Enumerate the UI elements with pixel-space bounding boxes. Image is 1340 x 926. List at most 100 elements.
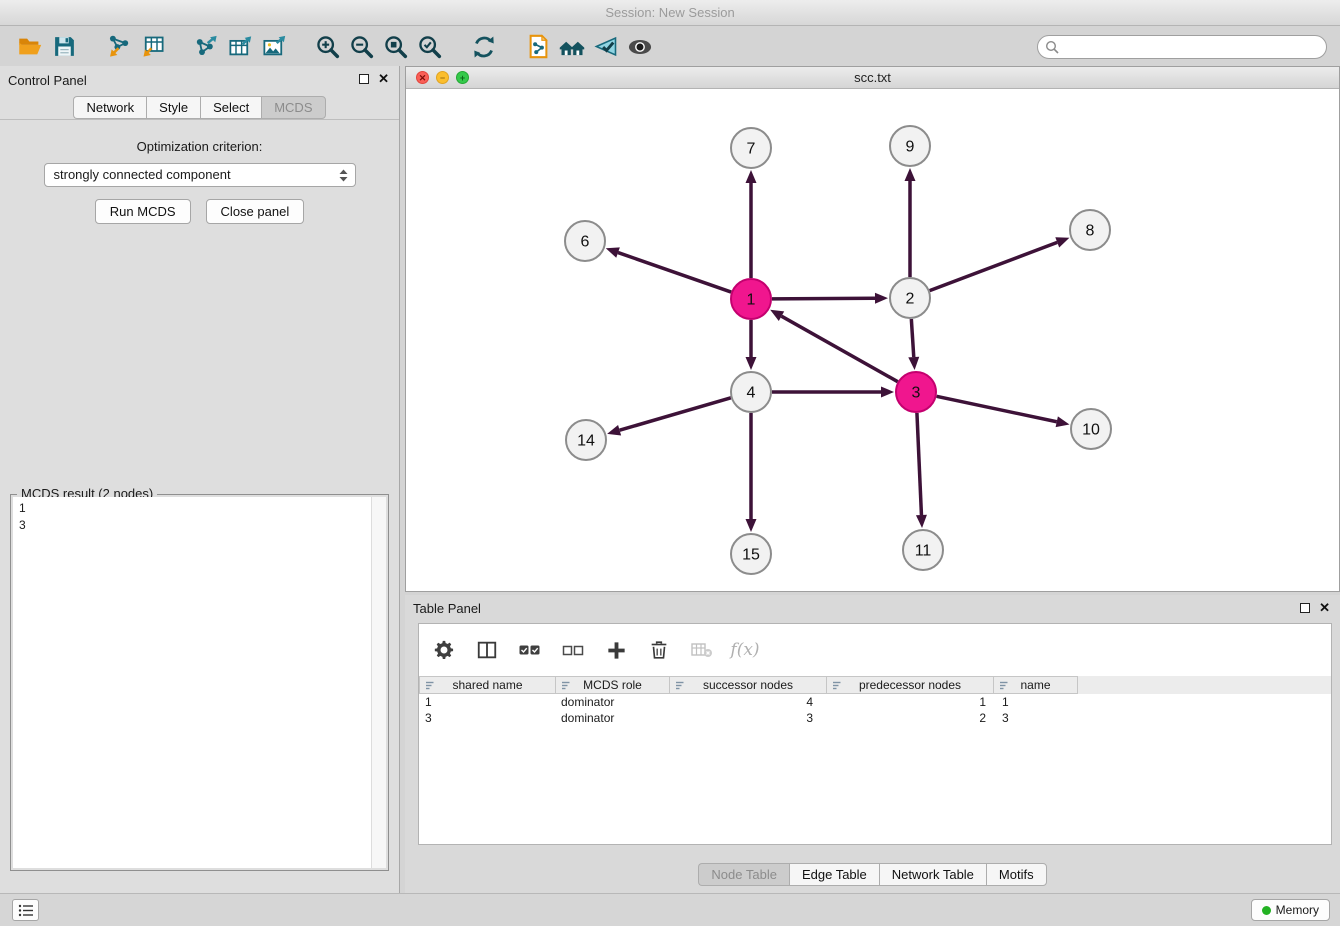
table-cell: 4	[670, 694, 827, 710]
node-6[interactable]: 6	[565, 221, 605, 261]
main-toolbar	[0, 27, 1340, 66]
edge-4-3[interactable]	[772, 387, 894, 398]
edge-4-14[interactable]	[607, 398, 731, 436]
show-columns-icon[interactable]	[474, 637, 500, 663]
export-image-icon[interactable]	[257, 31, 291, 63]
table-cell: dominator	[556, 710, 670, 726]
task-history-button[interactable]	[12, 899, 39, 921]
edge-2-9[interactable]	[905, 168, 916, 277]
control-panel: Control Panel ✕ NetworkStyleSelectMCDS O…	[0, 66, 400, 893]
zoom-window-icon[interactable]: +	[456, 71, 469, 84]
add-row-icon[interactable]	[603, 637, 629, 663]
column-header-predecessor-nodes[interactable]: predecessor nodes	[827, 676, 994, 694]
home-icon[interactable]	[555, 31, 589, 63]
export-table-icon[interactable]	[223, 31, 257, 63]
minimize-window-icon[interactable]: −	[436, 71, 449, 84]
result-item[interactable]: 1	[19, 500, 365, 517]
svg-text:2: 2	[906, 291, 915, 308]
search-input[interactable]	[1037, 35, 1327, 59]
memory-status-dot	[1262, 906, 1271, 915]
table-tabs: Node TableEdge TableNetwork TableMotifs	[405, 863, 1340, 886]
table-row[interactable]: 3dominator323	[419, 710, 1331, 726]
open-session-icon[interactable]	[13, 31, 47, 63]
node-15[interactable]: 15	[731, 534, 771, 574]
column-header-MCDS-role[interactable]: MCDS role	[556, 676, 670, 694]
close-window-icon[interactable]: ✕	[416, 71, 429, 84]
table-tab-node-table[interactable]: Node Table	[698, 863, 789, 886]
table-row[interactable]: 1dominator411	[419, 694, 1331, 710]
column-header-shared-name[interactable]: shared name	[419, 676, 556, 694]
criterion-select[interactable]: strongly connected component	[44, 163, 356, 187]
close-table-panel-icon[interactable]: ✕	[1319, 602, 1330, 613]
node-11[interactable]: 11	[903, 530, 943, 570]
select-stepper-icon	[339, 169, 348, 182]
zoom-selected-icon[interactable]	[413, 31, 447, 63]
network-graph[interactable]: 1 2 3 4 6 7 8 9 10 11 14 15	[406, 89, 1339, 591]
edge-1-4[interactable]	[746, 320, 757, 370]
column-header-name[interactable]: name	[994, 676, 1078, 694]
tab-network[interactable]: Network	[73, 96, 146, 119]
edge-3-1[interactable]	[770, 310, 898, 382]
delete-row-trash-icon[interactable]	[646, 637, 672, 663]
edge-2-3[interactable]	[908, 319, 919, 370]
mcds-result-list[interactable]: 13	[13, 497, 371, 868]
node-1[interactable]: 1	[731, 279, 771, 319]
close-panel-icon[interactable]: ✕	[378, 73, 389, 84]
control-panel-title: Control Panel	[8, 73, 87, 88]
node-4[interactable]: 4	[731, 372, 771, 412]
table-cell: 3	[419, 710, 556, 726]
select-all-icon[interactable]	[517, 637, 543, 663]
memory-button[interactable]: Memory	[1251, 899, 1330, 921]
close-panel-button[interactable]: Close panel	[206, 199, 305, 224]
edge-3-11[interactable]	[916, 413, 927, 528]
table-rows: 1dominator4113dominator323	[419, 694, 1331, 726]
table-cell: 1	[994, 694, 1078, 710]
control-panel-tabs: NetworkStyleSelectMCDS	[0, 96, 399, 119]
control-panel-header: Control Panel ✕	[0, 66, 399, 96]
import-network-icon[interactable]	[101, 31, 135, 63]
node-9[interactable]: 9	[890, 126, 930, 166]
node-3[interactable]: 3	[896, 372, 936, 412]
refresh-layout-icon[interactable]	[467, 31, 501, 63]
tab-style[interactable]: Style	[146, 96, 200, 119]
edge-4-15[interactable]	[746, 413, 757, 532]
node-2[interactable]: 2	[890, 278, 930, 318]
edge-2-8[interactable]	[930, 237, 1070, 290]
session-file-icon[interactable]	[521, 31, 555, 63]
column-header-successor-nodes[interactable]: successor nodes	[670, 676, 827, 694]
export-network-icon[interactable]	[189, 31, 223, 63]
table-toolbar: f(x)	[419, 624, 1331, 676]
save-session-icon[interactable]	[47, 31, 81, 63]
zoom-in-icon[interactable]	[311, 31, 345, 63]
edge-1-6[interactable]	[606, 247, 731, 292]
memory-label: Memory	[1276, 903, 1319, 917]
deselect-all-icon[interactable]	[560, 637, 586, 663]
float-table-panel-icon[interactable]	[1300, 603, 1310, 613]
result-item[interactable]: 3	[19, 517, 365, 534]
apply-style-icon[interactable]	[589, 31, 623, 63]
node-7[interactable]: 7	[731, 128, 771, 168]
run-mcds-button[interactable]: Run MCDS	[95, 199, 191, 224]
edge-3-10[interactable]	[937, 396, 1070, 427]
edge-1-2[interactable]	[772, 293, 888, 304]
window-title: Session: New Session	[605, 5, 734, 20]
table-tab-network-table[interactable]: Network Table	[879, 863, 986, 886]
node-8[interactable]: 8	[1070, 210, 1110, 250]
node-14[interactable]: 14	[566, 420, 606, 460]
result-scrollbar[interactable]	[371, 497, 386, 868]
show-hide-icon[interactable]	[623, 31, 657, 63]
table-tab-motifs[interactable]: Motifs	[986, 863, 1047, 886]
tab-mcds[interactable]: MCDS	[261, 96, 325, 119]
node-10[interactable]: 10	[1071, 409, 1111, 449]
zoom-fit-icon[interactable]	[379, 31, 413, 63]
table-settings-gear-icon[interactable]	[431, 637, 457, 663]
svg-text:6: 6	[581, 234, 590, 251]
table-tab-edge-table[interactable]: Edge Table	[789, 863, 879, 886]
titlebar: Session: New Session	[0, 0, 1340, 26]
tab-select[interactable]: Select	[200, 96, 261, 119]
zoom-out-icon[interactable]	[345, 31, 379, 63]
table-header-row: shared nameMCDS rolesuccessor nodesprede…	[419, 676, 1331, 694]
import-table-icon[interactable]	[135, 31, 169, 63]
edge-1-7[interactable]	[746, 170, 757, 278]
float-panel-icon[interactable]	[359, 74, 369, 84]
